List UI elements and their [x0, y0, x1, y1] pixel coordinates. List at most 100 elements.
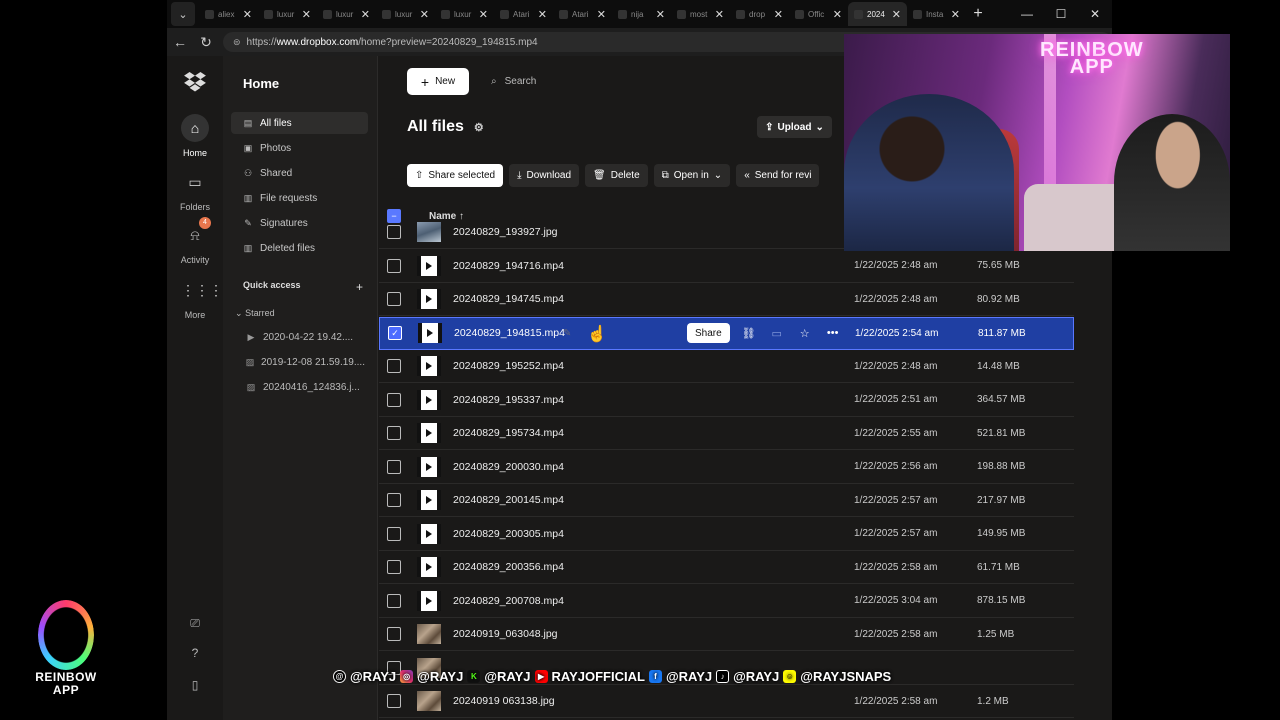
- starred-item[interactable]: ▨ 2019-12-08 21.59.19....: [245, 357, 365, 368]
- rail-folders[interactable]: ▭ Folders: [167, 168, 223, 212]
- tab-close-icon[interactable]: ✕: [420, 8, 429, 21]
- download-button[interactable]: ⤓ Download: [509, 164, 580, 187]
- file-name[interactable]: 20240829_200708.mp4: [453, 595, 683, 607]
- row-checkbox[interactable]: [387, 359, 401, 373]
- browser-tab[interactable]: Atari ✕: [494, 2, 553, 26]
- new-tab-button[interactable]: +: [966, 5, 990, 23]
- sidebar-item-all-files[interactable]: ▤ All files: [231, 112, 368, 134]
- file-name[interactable]: 20240829_194716.mp4: [453, 260, 683, 272]
- file-name[interactable]: 20240829_195734.mp4: [453, 427, 683, 439]
- table-row[interactable]: 20240829_195734.mp4 1/22/2025 2:55 am 521.…: [379, 417, 1074, 450]
- back-icon[interactable]: ←: [167, 34, 193, 50]
- tab-search-icon[interactable]: ⌄: [171, 2, 195, 26]
- more-options-icon[interactable]: •••: [824, 327, 842, 339]
- site-info-icon[interactable]: ⊜: [233, 37, 241, 48]
- tab-close-icon[interactable]: ✕: [479, 8, 488, 21]
- add-quick-access-icon[interactable]: +: [356, 280, 363, 294]
- row-checkbox[interactable]: [387, 560, 401, 574]
- browser-tab[interactable]: most ✕: [671, 2, 730, 26]
- row-checkbox[interactable]: [387, 258, 401, 273]
- row-checkbox[interactable]: [387, 493, 401, 507]
- browser-tab[interactable]: luxur ✕: [376, 2, 435, 26]
- tab-close-icon[interactable]: ✕: [656, 8, 665, 21]
- rail-activity[interactable]: ⍾ 4 Activity: [167, 217, 223, 265]
- file-name[interactable]: 20240829_195252.mp4: [453, 360, 683, 372]
- file-name[interactable]: 20240829_200030.mp4: [453, 461, 683, 473]
- collapse-sidebar-icon[interactable]: ▯: [167, 678, 223, 692]
- sidebar-item-file-requests[interactable]: ▥ File requests: [231, 187, 368, 209]
- sidebar-item-photos[interactable]: ▣ Photos: [231, 137, 368, 159]
- file-name[interactable]: 20240829_200145.mp4: [453, 494, 683, 506]
- row-checkbox[interactable]: ✓: [388, 326, 402, 340]
- file-name[interactable]: 20240829_193927.jpg: [453, 226, 683, 238]
- row-checkbox[interactable]: [387, 526, 401, 541]
- reload-icon[interactable]: ↻: [193, 34, 219, 51]
- row-checkbox[interactable]: [387, 459, 401, 474]
- table-row[interactable]: 20240829_200305.mp4 1/22/2025 2:57 am 149.…: [379, 518, 1074, 551]
- row-share-button[interactable]: Share: [687, 323, 730, 343]
- browser-tab[interactable]: aliex ✕: [199, 2, 258, 26]
- table-row[interactable]: ✓ 20240829_194815.mp4 1/22/2025 2:54 am 811…: [379, 316, 1074, 350]
- row-checkbox[interactable]: [387, 627, 401, 641]
- starred-item[interactable]: ▶ 2020-04-22 19.42....: [245, 332, 365, 343]
- minimize-icon[interactable]: —: [1010, 7, 1044, 21]
- link-icon[interactable]: ⛓: [740, 327, 758, 340]
- help-icon[interactable]: ?: [167, 646, 223, 660]
- browser-tab[interactable]: Insta ✕: [907, 2, 966, 26]
- browser-tab[interactable]: luxur ✕: [258, 2, 317, 26]
- browser-tab[interactable]: 2024 ✕: [848, 2, 907, 26]
- rail-home[interactable]: ⌂ Home: [167, 114, 223, 158]
- close-window-icon[interactable]: ✕: [1078, 7, 1112, 21]
- rename-pencil-icon[interactable]: ✎: [563, 328, 571, 339]
- dropbox-logo-icon[interactable]: [184, 72, 206, 92]
- table-row[interactable]: 20240829_194745.mp4 1/22/2025 2:48 am 80.9…: [379, 283, 1074, 316]
- browser-tab[interactable]: Offic ✕: [789, 2, 848, 26]
- install-icon[interactable]: ⎚: [167, 616, 223, 631]
- table-row[interactable]: 20240829_200030.mp4 1/22/2025 2:56 am 198.…: [379, 451, 1074, 484]
- table-row[interactable]: 20240919 063138.jpg 1/22/2025 2:58 am 1.2 …: [379, 685, 1074, 718]
- table-row[interactable]: 20240829_200708.mp4 1/22/2025 3:04 am 878.…: [379, 585, 1074, 618]
- tab-close-icon[interactable]: ✕: [951, 8, 960, 21]
- file-name[interactable]: 20240829_200356.mp4: [453, 561, 683, 573]
- row-checkbox[interactable]: [387, 392, 401, 407]
- search-input[interactable]: ⌕ Search: [483, 68, 883, 95]
- tab-close-icon[interactable]: ✕: [597, 8, 606, 21]
- table-row[interactable]: 20240829_195252.mp4 1/22/2025 2:48 am 14.4…: [379, 350, 1074, 383]
- file-name[interactable]: 20240829_194745.mp4: [453, 293, 683, 305]
- table-row[interactable]: 20240829_195337.mp4 1/22/2025 2:51 am 364.…: [379, 384, 1074, 417]
- row-checkbox[interactable]: [387, 426, 401, 440]
- tab-close-icon[interactable]: ✕: [892, 8, 901, 21]
- table-row[interactable]: 20240829_200356.mp4 1/22/2025 2:58 am 61.7…: [379, 551, 1074, 584]
- open-in-button[interactable]: ⧉ Open in ⌄: [653, 164, 731, 187]
- tab-close-icon[interactable]: ✕: [774, 8, 783, 21]
- browser-tab[interactable]: nija ✕: [612, 2, 671, 26]
- tab-close-icon[interactable]: ✕: [538, 8, 547, 21]
- row-checkbox[interactable]: [387, 593, 401, 608]
- sidebar-item-signatures[interactable]: ✎ Signatures: [231, 212, 368, 234]
- browser-tab[interactable]: luxur ✕: [435, 2, 494, 26]
- table-row[interactable]: 20240829_194716.mp4 1/22/2025 2:48 am 75.6…: [379, 250, 1074, 283]
- file-name[interactable]: 20240919_063048.jpg: [453, 628, 683, 640]
- table-row[interactable]: 20240829_200145.mp4 1/22/2025 2:57 am 217.…: [379, 484, 1074, 517]
- send-for-review-button[interactable]: « Send for revi: [736, 164, 820, 187]
- gear-icon[interactable]: ⚙: [474, 121, 484, 134]
- starred-item[interactable]: ▨ 20240416_124836.j...: [245, 382, 365, 393]
- sidebar-item-shared[interactable]: ⚇ Shared: [231, 162, 368, 184]
- file-name[interactable]: 20240829_195337.mp4: [453, 394, 683, 406]
- row-checkbox[interactable]: [387, 694, 401, 708]
- folder-move-icon[interactable]: ▭: [768, 327, 786, 340]
- share-selected-button[interactable]: ⇧ Share selected: [407, 164, 504, 187]
- tab-close-icon[interactable]: ✕: [243, 8, 252, 21]
- starred-header[interactable]: ⌄ Starred: [235, 308, 275, 319]
- browser-tab[interactable]: drop ✕: [730, 2, 789, 26]
- tab-close-icon[interactable]: ✕: [361, 8, 370, 21]
- table-row[interactable]: 20240919_063048.jpg 1/22/2025 2:58 am 1.25…: [379, 618, 1074, 651]
- rail-more[interactable]: ⋮⋮⋮ More: [167, 276, 223, 320]
- browser-tab[interactable]: Atari ✕: [553, 2, 612, 26]
- star-icon[interactable]: ☆: [796, 327, 814, 340]
- tab-close-icon[interactable]: ✕: [833, 8, 842, 21]
- file-name[interactable]: 20240829_200305.mp4: [453, 528, 683, 540]
- row-checkbox[interactable]: [387, 292, 401, 306]
- tab-close-icon[interactable]: ✕: [715, 8, 724, 21]
- sidebar-item-deleted-files[interactable]: ▥ Deleted files: [231, 237, 368, 259]
